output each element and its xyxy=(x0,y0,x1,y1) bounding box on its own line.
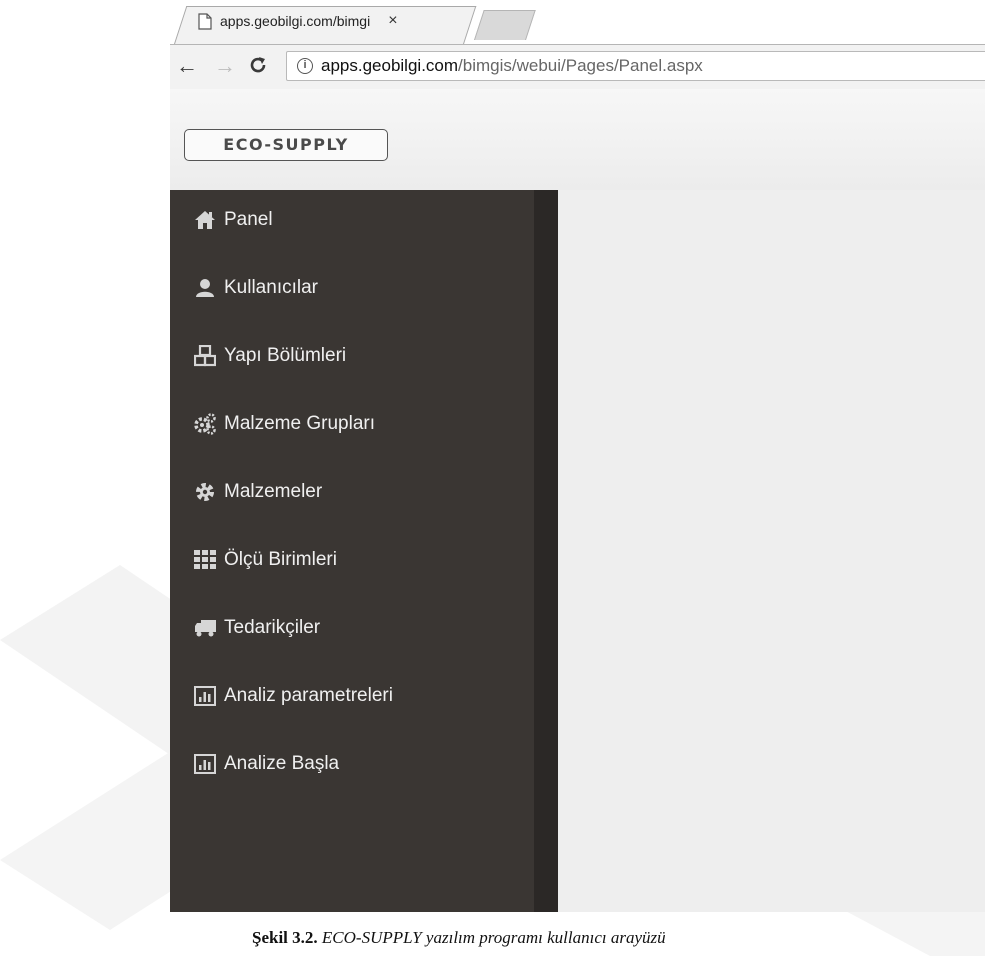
url-path: /bimgis/webui/Pages/Panel.aspx xyxy=(458,56,703,75)
address-bar[interactable]: i apps.geobilgi.com/bimgis/webui/Pages/P… xyxy=(286,51,985,81)
app-logo[interactable]: ECO-SUPPLY xyxy=(184,129,388,161)
browser-window: apps.geobilgi.com/bimgi × ← → i apps.geo… xyxy=(170,0,985,912)
bar-chart-icon xyxy=(194,685,216,707)
url-host: apps.geobilgi.com xyxy=(321,56,459,75)
sidebar-item-label: Analiz parametreleri xyxy=(224,685,393,706)
arrow-left-icon[interactable]: ← xyxy=(176,55,198,77)
app-header: ECO-SUPPLY xyxy=(170,89,985,190)
home-icon xyxy=(194,209,216,231)
arrow-right-icon[interactable]: → xyxy=(214,55,236,77)
url-text: apps.geobilgi.com/bimgis/webui/Pages/Pan… xyxy=(321,56,703,76)
page-icon xyxy=(198,12,212,30)
cubes-icon xyxy=(194,345,216,367)
sidebar-item-analize-basla[interactable]: Analize Başla xyxy=(170,744,534,784)
sidebar-item-label: Malzeme Grupları xyxy=(224,413,375,434)
sidebar-item-panel[interactable]: Panel xyxy=(170,200,534,240)
bar-chart-icon xyxy=(194,753,216,775)
browser-toolbar: ← → i apps.geobilgi.com/bimgis/webui/Pag… xyxy=(170,44,985,90)
sidebar-item-malzeme-gruplari[interactable]: Malzeme Grupları xyxy=(170,404,534,444)
sidebar-item-label: Tedarikçiler xyxy=(224,617,321,638)
sidebar-item-label: Malzemeler xyxy=(224,481,323,502)
sidebar-item-tedarikciler[interactable]: Tedarikçiler xyxy=(170,608,534,648)
sidebar-item-label: Ölçü Birimleri xyxy=(224,549,337,570)
truck-icon xyxy=(194,617,216,639)
new-tab-button[interactable] xyxy=(474,10,536,40)
tab-title: apps.geobilgi.com/bimgi xyxy=(220,13,371,29)
sidebar-item-label: Analize Başla xyxy=(224,753,340,774)
sidebar-item-analiz-parametreleri[interactable]: Analiz parametreleri xyxy=(170,676,534,716)
sidebar: Panel Kullanıcılar Yapı Bölümleri Malzem… xyxy=(170,190,558,912)
sidebar-item-label: Kullanıcılar xyxy=(224,277,318,298)
reload-icon[interactable] xyxy=(248,55,268,79)
sidebar-item-label: Yapı Bölümleri xyxy=(224,345,347,366)
tab-strip: apps.geobilgi.com/bimgi × xyxy=(170,0,985,44)
caption-label: Şekil 3.2. xyxy=(252,928,318,947)
grid-icon xyxy=(194,549,216,571)
sidebar-item-label: Panel xyxy=(224,209,273,230)
sidebar-divider xyxy=(534,190,558,912)
sidebar-item-yapi-bolumleri[interactable]: Yapı Bölümleri xyxy=(170,336,534,376)
sidebar-item-malzemeler[interactable]: Malzemeler xyxy=(170,472,534,512)
info-icon[interactable]: i xyxy=(297,58,313,74)
caption-text: ECO-SUPPLY yazılım programı kullanıcı ar… xyxy=(321,928,666,947)
tab-close-icon[interactable]: × xyxy=(388,12,397,30)
figure-caption: Şekil 3.2. ECO-SUPPLY yazılım programı k… xyxy=(252,928,972,956)
sidebar-item-olcu-birimleri[interactable]: Ölçü Birimleri xyxy=(170,540,534,580)
cogs-icon xyxy=(194,413,216,435)
user-icon xyxy=(194,277,216,299)
main-content xyxy=(558,190,985,912)
sidebar-item-kullanicilar[interactable]: Kullanıcılar xyxy=(170,268,534,308)
gear-icon xyxy=(194,481,216,503)
